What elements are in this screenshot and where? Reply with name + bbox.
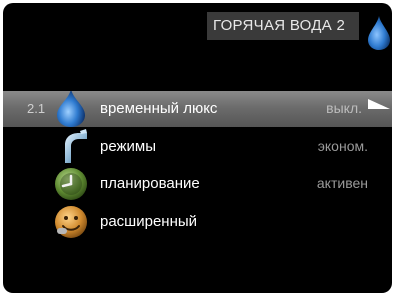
menu-item-temporary-lux[interactable]: 2.1 временный люкс выкл. — [3, 91, 392, 127]
clock-icon — [55, 168, 87, 200]
face-icon — [55, 206, 87, 238]
page-title: ГОРЯЧАЯ ВОДА 2 — [213, 17, 346, 34]
water-drop-icon — [57, 91, 85, 127]
menu-item-label: расширенный — [100, 213, 198, 230]
menu-item-label: режимы — [100, 138, 157, 155]
menu-item-value: выкл. — [326, 100, 362, 116]
menu-item-modes[interactable]: режимы эконом. — [3, 129, 392, 165]
selection-fold-icon — [368, 99, 390, 109]
water-drop-icon — [368, 16, 390, 50]
menu-item-number: 2.1 — [27, 101, 46, 116]
menu-item-value: активен — [316, 175, 368, 191]
menu-item-value: эконом. — [317, 138, 368, 154]
menu-item-label: планирование — [100, 175, 200, 192]
display-screen: ГОРЯЧАЯ ВОДА 2 2.1 временный люкс выкл. … — [3, 3, 392, 293]
menu-item-label: временный люкс — [100, 100, 218, 117]
menu-item-schedule[interactable]: планирование активен — [3, 166, 392, 202]
faucet-icon — [65, 129, 87, 163]
header-bar: ГОРЯЧАЯ ВОДА 2 — [207, 12, 359, 40]
menu-item-advanced[interactable]: расширенный — [3, 204, 392, 240]
